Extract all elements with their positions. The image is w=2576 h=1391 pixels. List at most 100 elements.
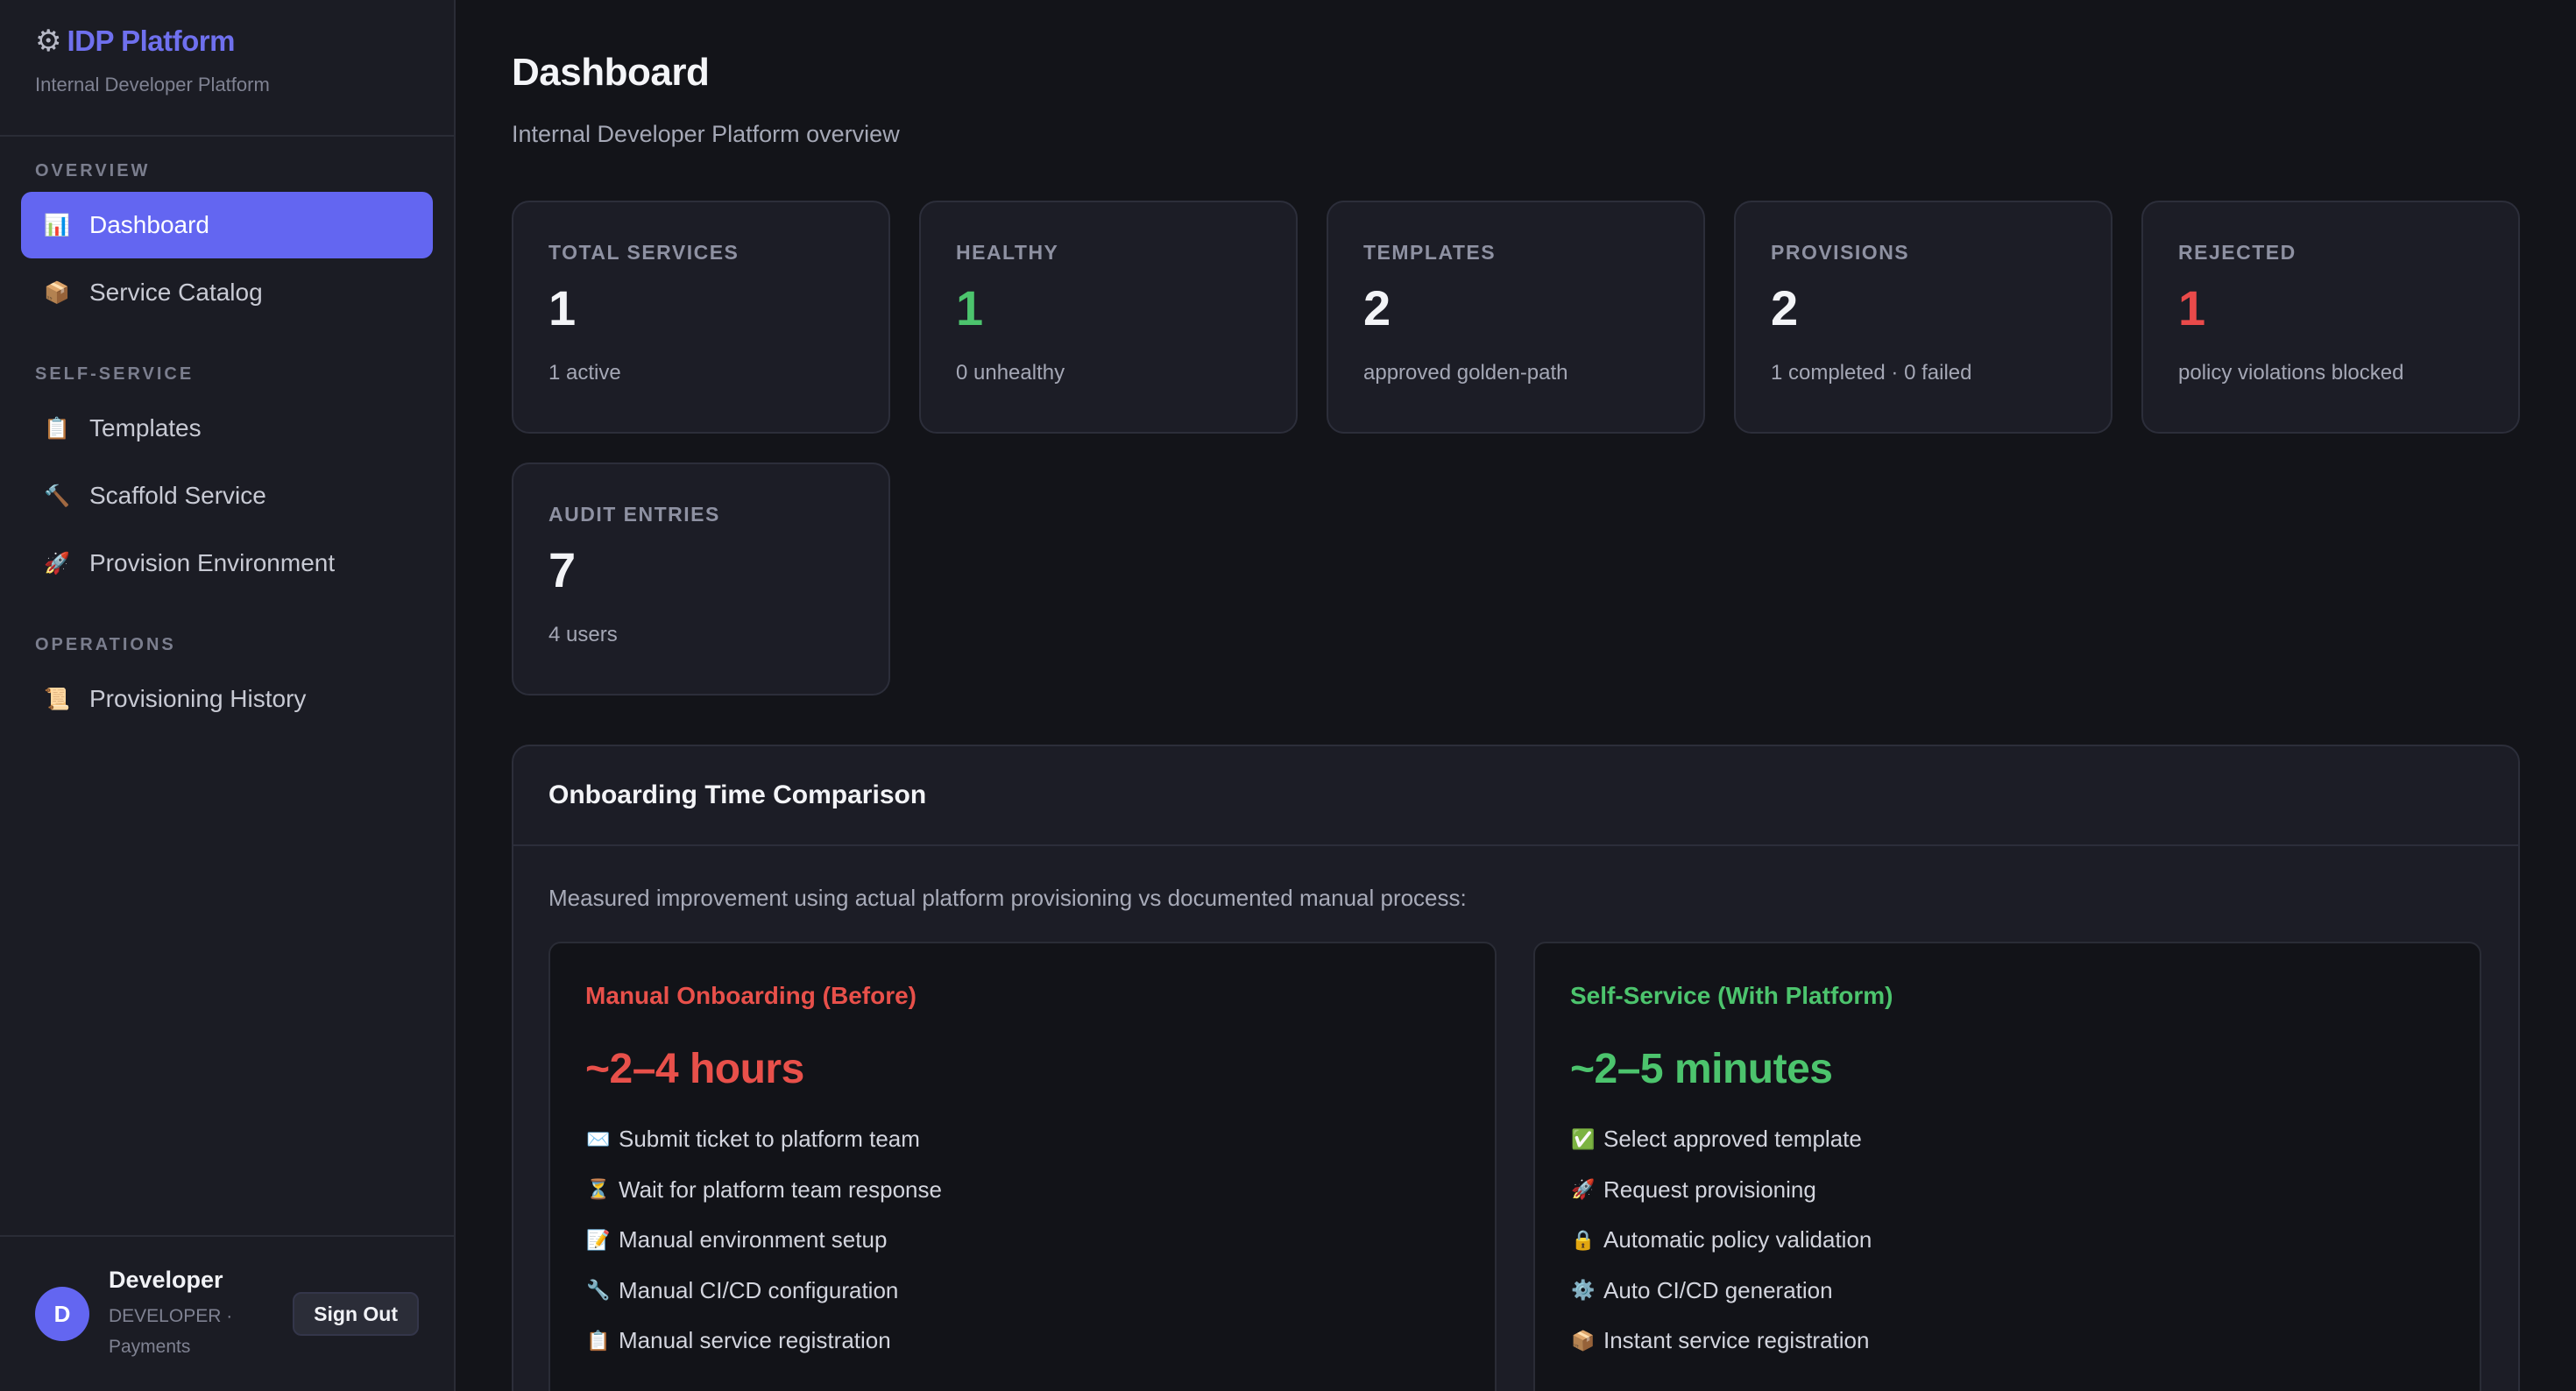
panel-title: Onboarding Time Comparison [548,780,927,809]
list-item: ✉️ Submit ticket to platform team [585,1114,1460,1165]
brand-row[interactable]: ⚙ IDP Platform [35,25,419,58]
rocket-icon: 🚀 [1571,1178,1596,1201]
stat-label: TOTAL SERVICES [548,241,740,264]
sidebar-item-label: Dashboard [89,211,209,238]
list-item: 📋 Manual service registration [585,1316,1460,1366]
stat-note: approved golden-path [1363,361,1568,385]
bar-chart-icon: 📊 [44,213,70,237]
sidebar-item-templates[interactable]: 📋 Templates [21,395,433,462]
clipboard-icon: 📋 [586,1329,611,1352]
check-icon: ✅ [1571,1127,1596,1150]
stat-label: PROVISIONS [1771,241,1910,264]
sidebar-item-label: Provisioning History [89,685,307,712]
step-list: ✅ Select approved template 🚀 Request pro… [1570,1114,2445,1366]
step-text: Manual environment setup [619,1226,888,1253]
list-item: 📦 Instant service registration [1570,1316,2445,1366]
step-text: Manual service registration [619,1327,891,1354]
brand: ⚙ IDP Platform Internal Developer Platfo… [0,0,454,137]
card-title: Manual Onboarding (Before) [585,982,916,1009]
sidebar-item-label: Service Catalog [89,279,263,306]
scroll-icon: 📜 [44,687,70,711]
step-text: Request provisioning [1603,1176,1816,1203]
stat-label: HEALTHY [956,241,1059,264]
brand-title: IDP Platform [67,25,235,57]
stat-note: 0 unhealthy [956,361,1065,385]
list-item: ✅ Select approved template [1570,1114,2445,1165]
stat-value: 1 [2178,280,2206,335]
stat-card-healthy: HEALTHY 1 0 unhealthy [919,201,1298,434]
panel-body: Measured improvement using actual platfo… [513,846,2518,1391]
card-duration: ~2–5 minutes [1570,1046,1833,1092]
page-subtitle: Internal Developer Platform overview [512,121,900,147]
nav-heading: OVERVIEW [35,161,151,180]
package-icon: 📦 [1571,1329,1596,1352]
comparison-columns: Manual Onboarding (Before) ~2–4 hours ✉️… [548,942,2483,1391]
step-text: Wait for platform team response [619,1176,942,1203]
hammer-icon: 🔨 [44,484,70,508]
nav-section-operations: OPERATIONS 📜 Provisioning History [0,635,454,732]
list-item: ⚙️ Auto CI/CD generation [1570,1266,2445,1317]
nav-heading: OPERATIONS [35,635,176,654]
brand-subtitle: Internal Developer Platform [35,74,270,95]
sign-out-button[interactable]: Sign Out [293,1292,419,1336]
envelope-icon: ✉️ [586,1127,611,1150]
nav-heading: SELF-SERVICE [35,364,195,384]
list-item: 🔧 Manual CI/CD configuration [585,1266,1460,1317]
sidebar-item-service-catalog[interactable]: 📦 Service Catalog [21,259,433,326]
step-text: Automatic policy validation [1603,1226,1872,1253]
card-duration: ~2–4 hours [585,1046,804,1092]
package-icon: 📦 [44,280,70,305]
sidebar-nav: OVERVIEW 📊 Dashboard 📦 Service Catalog S… [0,137,454,732]
step-text: Manual CI/CD configuration [619,1276,899,1303]
sidebar-item-label: Templates [89,414,202,441]
stat-label: TEMPLATES [1363,241,1497,264]
gear-icon: ⚙ [35,25,62,58]
avatar: D [35,1287,89,1341]
stat-note: policy violations blocked [2178,361,2404,385]
stat-card-audit-entries: AUDIT ENTRIES 7 4 users [512,462,890,696]
stat-label: AUDIT ENTRIES [548,503,720,526]
sidebar-item-label: Provision Environment [89,549,336,576]
step-text: Auto CI/CD generation [1603,1276,1833,1303]
sidebar-item-label: Scaffold Service [89,482,266,509]
stat-card-templates: TEMPLATES 2 approved golden-path [1327,201,1705,434]
nav-section-self-service: SELF-SERVICE 📋 Templates 🔨 Scaffold Serv… [0,364,454,597]
stat-note: 1 active [548,361,621,385]
clipboard-icon: 📋 [44,416,70,441]
step-text: Submit ticket to platform team [619,1126,920,1153]
main-content: Dashboard Internal Developer Platform ov… [456,0,2576,1391]
sidebar-item-provision-environment[interactable]: 🚀 Provision Environment [21,530,433,597]
user-role: DEVELOPER · Payments [109,1305,233,1357]
list-item: 📝 Manual environment setup [585,1215,1460,1266]
stat-card-total-services: TOTAL SERVICES 1 1 active [512,201,890,434]
list-item: 🔒 Automatic policy validation [1570,1215,2445,1266]
user-meta: Developer DEVELOPER · Payments [109,1267,273,1362]
list-item: ⏳ Wait for platform team response [585,1165,1460,1216]
stat-note: 1 completed · 0 failed [1771,361,1972,385]
panel-header: Onboarding Time Comparison [513,746,2518,846]
sidebar-item-dashboard[interactable]: 📊 Dashboard [21,192,433,258]
stat-value: 2 [1363,280,1391,335]
user-name: Developer [109,1266,223,1293]
app-root: ⚙ IDP Platform Internal Developer Platfo… [0,0,2576,1391]
user-panel: D Developer DEVELOPER · Payments Sign Ou… [0,1235,454,1391]
memo-icon: 📝 [586,1228,611,1251]
rocket-icon: 🚀 [44,551,70,575]
stats-grid: TOTAL SERVICES 1 1 active HEALTHY 1 0 un… [512,201,2520,696]
wrench-icon: 🔧 [586,1279,611,1302]
manual-onboarding-card: Manual Onboarding (Before) ~2–4 hours ✉️… [548,942,1497,1391]
stat-value: 7 [548,542,577,597]
stat-value: 1 [548,280,577,335]
card-title: Self-Service (With Platform) [1570,982,1893,1009]
sidebar-item-provisioning-history[interactable]: 📜 Provisioning History [21,666,433,732]
lock-icon: 🔒 [1571,1228,1596,1251]
stat-card-provisions: PROVISIONS 2 1 completed · 0 failed [1734,201,2112,434]
stat-label: REJECTED [2178,241,2296,264]
page-title: Dashboard [512,51,710,94]
stat-note: 4 users [548,623,618,646]
sidebar-item-scaffold-service[interactable]: 🔨 Scaffold Service [21,462,433,529]
stat-value: 1 [956,280,984,335]
stat-card-rejected: REJECTED 1 policy violations blocked [2141,201,2520,434]
stat-value: 2 [1771,280,1799,335]
gear-icon: ⚙️ [1571,1279,1596,1302]
